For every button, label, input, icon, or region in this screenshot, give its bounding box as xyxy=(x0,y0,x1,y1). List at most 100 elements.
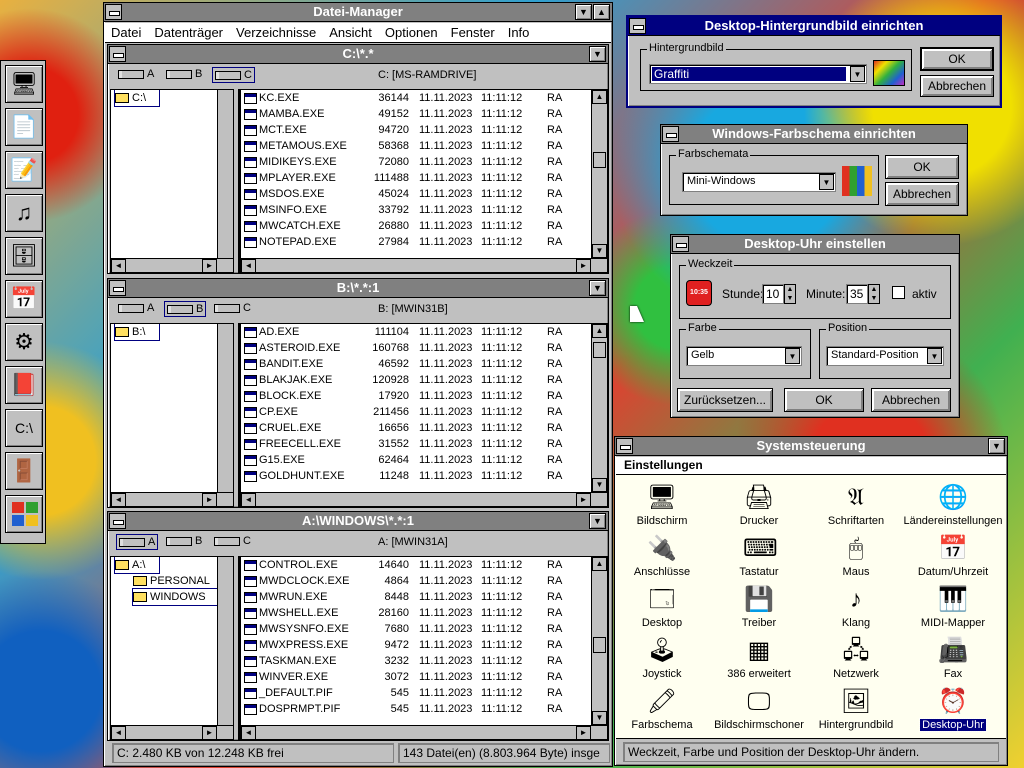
system-menu-icon[interactable] xyxy=(662,126,679,142)
cp-item-bildschirmschoner[interactable]: 🖵 Bildschirmschoner xyxy=(709,687,809,731)
cp-item-schriftarten[interactable]: 𝔄 Schriftarten xyxy=(806,483,906,527)
drive-c-button[interactable]: C xyxy=(212,67,255,83)
cp-item-datum-uhrzeit[interactable]: 📅 Datum/Uhrzeit xyxy=(903,534,1003,578)
file-row[interactable]: ASTEROID.EXE 160768 11.11.2023 11:11:12 RA xyxy=(241,340,607,356)
cp-item-drucker[interactable]: 🖨 Drucker xyxy=(709,483,809,527)
active-checkbox[interactable] xyxy=(892,286,905,299)
file-row[interactable]: BLOCK.EXE 17920 11.11.2023 11:11:12 RA xyxy=(241,388,607,404)
scroll-left-icon[interactable]: ◄ xyxy=(111,493,126,506)
file-row[interactable]: CONTROL.EXE 14640 11.11.2023 11:11:12 RA xyxy=(241,557,607,573)
wallpaper-select[interactable]: Graffiti ▼ xyxy=(649,64,867,84)
system-menu-icon[interactable] xyxy=(105,4,122,20)
clock-color-select[interactable]: Gelb ▼ xyxy=(686,346,802,366)
clock-dialog-titlebar[interactable]: Desktop-Uhr einstellen xyxy=(671,235,959,254)
file-list-scrollbar[interactable]: ▲ ▼ xyxy=(591,557,607,725)
file-row[interactable]: G15.EXE 62464 11.11.2023 11:11:12 RA xyxy=(241,452,607,468)
tree-item[interactable]: C:\ xyxy=(114,90,160,107)
file-row[interactable]: MWCATCH.EXE 26880 11.11.2023 11:11:12 RA xyxy=(241,218,607,234)
file-row[interactable]: TASKMAN.EXE 3232 11.11.2023 11:11:12 RA xyxy=(241,653,607,669)
file-row[interactable]: DOSPRMPT.PIF 545 11.11.2023 11:11:12 RA xyxy=(241,701,607,717)
directory-titlebar[interactable]: B:\*.*:1 ▼ xyxy=(108,279,608,298)
drive-b-button[interactable]: B xyxy=(164,301,207,317)
file-row[interactable]: MWXPRESS.EXE 9472 11.11.2023 11:11:12 RA xyxy=(241,637,607,653)
menu-fenster[interactable]: Fenster xyxy=(445,23,502,40)
cp-item-netzwerk[interactable]: 🖧 Netzwerk xyxy=(806,636,906,680)
file-row[interactable]: MWDCLOCK.EXE 4864 11.11.2023 11:11:12 RA xyxy=(241,573,607,589)
scroll-right-icon[interactable]: ► xyxy=(202,493,217,506)
tree-scrollbar[interactable] xyxy=(217,324,233,492)
scroll-down-icon[interactable]: ▼ xyxy=(592,478,607,492)
hour-spinner[interactable]: ▲ ▼ xyxy=(784,284,796,304)
scroll-left-icon[interactable]: ◄ xyxy=(241,259,256,272)
setup-icon[interactable]: 🖥 xyxy=(5,65,43,103)
tree-item[interactable]: B:\ xyxy=(114,324,160,341)
menu-datei[interactable]: Datei xyxy=(105,23,148,40)
file-row[interactable]: BANDIT.EXE 46592 11.11.2023 11:11:12 RA xyxy=(241,356,607,372)
wallpaper-ok-button[interactable]: OK xyxy=(920,47,994,71)
scroll-right-icon[interactable]: ► xyxy=(576,259,591,272)
file-row[interactable]: CRUEL.EXE 16656 11.11.2023 11:11:12 RA xyxy=(241,420,607,436)
file-row[interactable]: MWSYSNFO.EXE 7680 11.11.2023 11:11:12 RA xyxy=(241,621,607,637)
file-row[interactable]: WINVER.EXE 3072 11.11.2023 11:11:12 RA xyxy=(241,669,607,685)
drive-c-button[interactable]: C xyxy=(212,534,251,550)
file-row[interactable]: MWRUN.EXE 8448 11.11.2023 11:11:12 RA xyxy=(241,589,607,605)
file-row[interactable]: FREECELL.EXE 31552 11.11.2023 11:11:12 RA xyxy=(241,436,607,452)
system-menu-icon[interactable] xyxy=(616,438,633,454)
tree-item[interactable]: PERSONAL xyxy=(111,573,233,589)
cp-item-midi-mapper[interactable]: 🎹 MIDI-Mapper xyxy=(903,585,1003,629)
dropdown-arrow-icon[interactable]: ▼ xyxy=(927,348,942,364)
cp-item-bildschirm[interactable]: 🖥 Bildschirm xyxy=(612,483,712,527)
maximize-button[interactable]: ▼ xyxy=(589,513,606,529)
system-menu-icon[interactable] xyxy=(109,513,126,529)
cp-item-anschlüsse[interactable]: 🔌 Anschlüsse xyxy=(612,534,712,578)
menu-verzeichnisse[interactable]: Verzeichnisse xyxy=(230,23,323,40)
drive-b-button[interactable]: B xyxy=(164,67,202,83)
settings-icon[interactable]: ⚙ xyxy=(5,323,43,361)
minute-spinner[interactable]: ▲ ▼ xyxy=(868,284,880,304)
scroll-left-icon[interactable]: ◄ xyxy=(241,493,256,506)
scheme-dialog-titlebar[interactable]: Windows-Farbschema einrichten xyxy=(661,125,967,144)
wallpaper-cancel-button[interactable]: Abbrechen xyxy=(920,75,994,97)
file-row[interactable]: MSDOS.EXE 45024 11.11.2023 11:11:12 RA xyxy=(241,186,607,202)
menu-einstellungen[interactable]: Einstellungen xyxy=(616,457,709,472)
scroll-right-icon[interactable]: ► xyxy=(576,493,591,506)
minimize-button[interactable]: ▼ xyxy=(988,438,1005,454)
file-list-hscrollbar[interactable]: ◄ ► xyxy=(241,492,607,506)
scroll-up-icon[interactable]: ▲ xyxy=(592,90,607,104)
file-row[interactable]: KC.EXE 36144 11.11.2023 11:11:12 RA xyxy=(241,90,607,106)
scroll-up-icon[interactable]: ▲ xyxy=(592,557,607,571)
system-menu-icon[interactable] xyxy=(672,236,689,252)
dropdown-arrow-icon[interactable]: ▼ xyxy=(850,66,865,82)
menu-datenträger[interactable]: Datenträger xyxy=(148,23,230,40)
scheme-cancel-button[interactable]: Abbrechen xyxy=(885,182,959,206)
drive-a-button[interactable]: A xyxy=(116,301,154,317)
file-row[interactable]: MCT.EXE 94720 11.11.2023 11:11:12 RA xyxy=(241,122,607,138)
scheme-ok-button[interactable]: OK xyxy=(885,155,959,179)
menu-ansicht[interactable]: Ansicht xyxy=(323,23,379,40)
copy-icon[interactable]: 📄 xyxy=(5,108,43,146)
file-row[interactable]: NOTEPAD.EXE 27984 11.11.2023 11:11:12 RA xyxy=(241,234,607,250)
maximize-button[interactable]: ▲ xyxy=(593,4,610,20)
scroll-right-icon[interactable]: ► xyxy=(576,726,591,739)
help-book-icon[interactable]: 📕 xyxy=(5,366,43,404)
tree-hscrollbar[interactable]: ◄ ► xyxy=(111,725,233,739)
tree-hscrollbar[interactable]: ◄ ► xyxy=(111,492,233,506)
tree-item[interactable]: WINDOWS xyxy=(132,588,220,606)
file-row[interactable]: BLAKJAK.EXE 120928 11.11.2023 11:11:12 RA xyxy=(241,372,607,388)
file-row[interactable]: MAMBA.EXE 49152 11.11.2023 11:11:12 RA xyxy=(241,106,607,122)
file-row[interactable]: METAMOUS.EXE 58368 11.11.2023 11:11:12 RA xyxy=(241,138,607,154)
music-icon[interactable]: ♫ xyxy=(5,194,43,232)
file-list-hscrollbar[interactable]: ◄ ► xyxy=(241,258,607,272)
cp-item-desktop-uhr[interactable]: ⏰ Desktop-Uhr xyxy=(903,687,1003,732)
file-manager-titlebar[interactable]: Datei-Manager ▼ ▲ xyxy=(104,3,612,22)
cp-item-hintergrundbild[interactable]: 🖼 Hintergrundbild xyxy=(806,687,906,731)
file-row[interactable]: MWSHELL.EXE 28160 11.11.2023 11:11:12 RA xyxy=(241,605,607,621)
cp-item-fax[interactable]: 📠 Fax xyxy=(903,636,1003,680)
file-row[interactable]: GOLDHUNT.EXE 11248 11.11.2023 11:11:12 RA xyxy=(241,468,607,484)
windows-logo-icon[interactable] xyxy=(5,495,43,533)
tree-item[interactable]: A:\ xyxy=(114,557,160,574)
cp-item-desktop[interactable]: 🗔 Desktop xyxy=(612,585,712,629)
scroll-up-icon[interactable]: ▲ xyxy=(592,324,607,338)
cp-item-ländereinstellungen[interactable]: 🌐 Ländereinstellungen xyxy=(903,483,1003,527)
scroll-right-icon[interactable]: ► xyxy=(202,726,217,739)
